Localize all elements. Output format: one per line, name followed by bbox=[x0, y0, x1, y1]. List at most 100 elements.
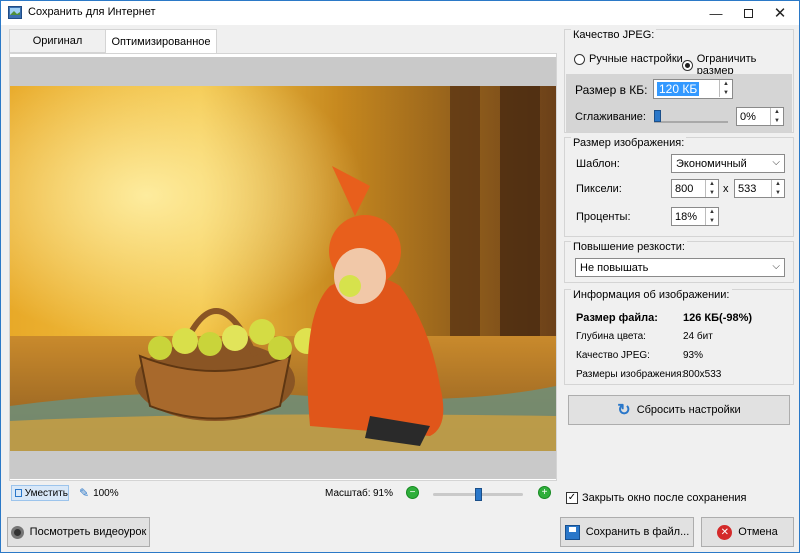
spin-down-icon[interactable]: ▼ bbox=[771, 117, 783, 126]
fit-label: Уместить bbox=[24, 487, 68, 499]
spin-down-icon[interactable]: ▼ bbox=[706, 189, 718, 198]
width-input[interactable]: 800 ▲ ▼ bbox=[671, 179, 719, 198]
percent-input[interactable]: 18% ▲ ▼ bbox=[671, 207, 719, 226]
actual-size-icon: ✎ bbox=[79, 486, 90, 500]
reset-settings-button[interactable]: ↻ Сбросить настройки bbox=[568, 395, 790, 425]
spin-up-icon[interactable]: ▲ bbox=[772, 180, 784, 189]
close-after-save-checkbox[interactable]: ✓ Закрыть окно после сохранения bbox=[566, 492, 747, 504]
image-size-label: Размер изображения: bbox=[571, 137, 687, 149]
spin-down-icon[interactable]: ▼ bbox=[706, 217, 718, 226]
jpeg-quality-info-label: Качество JPEG: bbox=[576, 350, 650, 361]
manual-settings-label: Ручные настройки bbox=[589, 53, 683, 65]
width-spinner[interactable]: ▲ ▼ bbox=[705, 180, 718, 197]
spin-up-icon[interactable]: ▲ bbox=[720, 80, 732, 89]
maximize-button[interactable] bbox=[731, 1, 765, 25]
size-kb-input[interactable]: 120 КБ ▲ ▼ bbox=[653, 79, 733, 99]
fit-button[interactable]: Уместить bbox=[11, 485, 69, 501]
preview-status-bar: Уместить ✎ 100% Масштаб: 91% − + bbox=[9, 483, 557, 505]
close-after-save-label: Закрыть окно после сохранения bbox=[582, 492, 747, 504]
image-dims-value: 800x533 bbox=[683, 369, 722, 380]
manual-settings-radio[interactable]: Ручные настройки bbox=[574, 53, 683, 65]
sharpen-group: Повышение резкости: Не повышать ⌵ bbox=[564, 241, 794, 283]
size-kb-label: Размер в КБ: bbox=[575, 83, 648, 97]
template-label: Шаблон: bbox=[576, 158, 620, 170]
spin-up-icon[interactable]: ▲ bbox=[771, 108, 783, 117]
floppy-icon bbox=[564, 524, 580, 540]
zoom-out-icon[interactable]: − bbox=[406, 486, 419, 499]
times-sign: x bbox=[723, 183, 729, 195]
zoom-slider[interactable] bbox=[433, 488, 523, 501]
scale-value: 91% bbox=[373, 488, 394, 499]
template-select[interactable]: Экономичный ⌵ bbox=[671, 154, 785, 173]
zoom-100-label: 100% bbox=[93, 487, 119, 499]
height-input[interactable]: 533 ▲ ▼ bbox=[734, 179, 785, 198]
zoom-slider-thumb[interactable] bbox=[475, 488, 482, 501]
width-value: 800 bbox=[675, 182, 694, 195]
size-kb-value: 120 КБ bbox=[657, 82, 700, 96]
size-kb-spinner[interactable]: ▲ ▼ bbox=[719, 80, 732, 97]
color-depth-label: Глубина цвета: bbox=[576, 331, 646, 342]
chevron-down-icon: ⌵ bbox=[772, 157, 780, 168]
refresh-icon: ↻ bbox=[617, 402, 631, 419]
close-button[interactable]: ✕ bbox=[763, 1, 797, 25]
save-to-file-button[interactable]: Сохранить в файл... bbox=[560, 517, 694, 547]
cancel-button[interactable]: ✕ Отмена bbox=[701, 517, 794, 547]
scale-label: Масштаб: bbox=[325, 488, 371, 499]
smoothing-value: 0% bbox=[740, 110, 756, 123]
image-info-label: Информация об изображении: bbox=[571, 289, 732, 301]
preview-photo[interactable] bbox=[10, 86, 556, 451]
smoothing-slider[interactable] bbox=[654, 110, 728, 124]
percent-label: Проценты: bbox=[576, 211, 631, 223]
fit-icon bbox=[15, 489, 22, 497]
zoom-100-button[interactable]: ✎ 100% bbox=[79, 486, 119, 500]
sharpen-select[interactable]: Не повышать ⌵ bbox=[575, 258, 785, 277]
smoothing-slider-thumb[interactable] bbox=[654, 110, 661, 122]
cancel-label: Отмена bbox=[738, 526, 778, 538]
color-depth-value: 24 бит bbox=[683, 331, 713, 342]
title-bar: Сохранить для Интернет — ✕ bbox=[1, 1, 799, 25]
checkbox-checked-icon: ✓ bbox=[566, 492, 578, 504]
percent-spinner[interactable]: ▲ ▼ bbox=[705, 208, 718, 225]
save-for-web-window: Сохранить для Интернет — ✕ Оригинал Опти… bbox=[0, 0, 800, 553]
smoothing-spinner[interactable]: ▲ ▼ bbox=[770, 108, 783, 125]
tab-optimized[interactable]: Оптимизированное bbox=[105, 29, 217, 54]
watch-video-label: Посмотреть видеоурок bbox=[29, 526, 147, 538]
file-size-value: 126 КБ(-98%) bbox=[683, 312, 753, 324]
tab-original[interactable]: Оригинал bbox=[9, 29, 106, 53]
percent-value: 18% bbox=[675, 210, 698, 223]
height-spinner[interactable]: ▲ ▼ bbox=[771, 180, 784, 197]
sharpen-label: Повышение резкости: bbox=[571, 241, 687, 253]
preview-pane bbox=[9, 53, 557, 481]
watch-video-button[interactable]: Посмотреть видеоурок bbox=[7, 517, 150, 547]
maximize-icon bbox=[743, 8, 753, 18]
jpeg-quality-group: Качество JPEG: Ручные настройки Ограничи… bbox=[564, 29, 794, 133]
radio-circle bbox=[574, 53, 585, 65]
template-value: Экономичный bbox=[676, 157, 747, 170]
size-limit-box: Размер в КБ: 120 КБ ▲ ▼ Сглаживание: 0% ▲… bbox=[566, 74, 792, 132]
spin-up-icon[interactable]: ▲ bbox=[706, 208, 718, 217]
smoothing-input[interactable]: 0% ▲ ▼ bbox=[736, 107, 784, 126]
pixels-label: Пиксели: bbox=[576, 183, 622, 195]
spin-down-icon[interactable]: ▼ bbox=[772, 189, 784, 198]
spin-down-icon[interactable]: ▼ bbox=[720, 89, 732, 98]
sharpen-value: Не повышать bbox=[580, 261, 649, 274]
image-info-group: Информация об изображении: Размер файла:… bbox=[564, 289, 794, 385]
preview-background bbox=[10, 57, 556, 479]
spin-up-icon[interactable]: ▲ bbox=[706, 180, 718, 189]
chevron-down-icon: ⌵ bbox=[772, 261, 780, 272]
reset-settings-label: Сбросить настройки bbox=[636, 404, 741, 416]
image-dims-label: Размеры изображения: bbox=[576, 369, 685, 380]
smoothing-label: Сглаживание: bbox=[575, 111, 646, 123]
image-size-group: Размер изображения: Шаблон: Экономичный … bbox=[564, 137, 794, 237]
minimize-button[interactable]: — bbox=[699, 1, 733, 25]
zoom-in-icon[interactable]: + bbox=[538, 486, 551, 499]
radio-circle-selected bbox=[682, 59, 693, 71]
height-value: 533 bbox=[738, 182, 757, 195]
app-icon bbox=[8, 6, 22, 19]
file-size-label: Размер файла: bbox=[576, 312, 658, 324]
webcam-icon bbox=[10, 525, 24, 539]
jpeg-quality-label: Качество JPEG: bbox=[571, 29, 657, 41]
jpeg-quality-info-value: 93% bbox=[683, 350, 704, 361]
window-title: Сохранить для Интернет bbox=[28, 6, 156, 18]
save-to-file-label: Сохранить в файл... bbox=[585, 526, 690, 538]
